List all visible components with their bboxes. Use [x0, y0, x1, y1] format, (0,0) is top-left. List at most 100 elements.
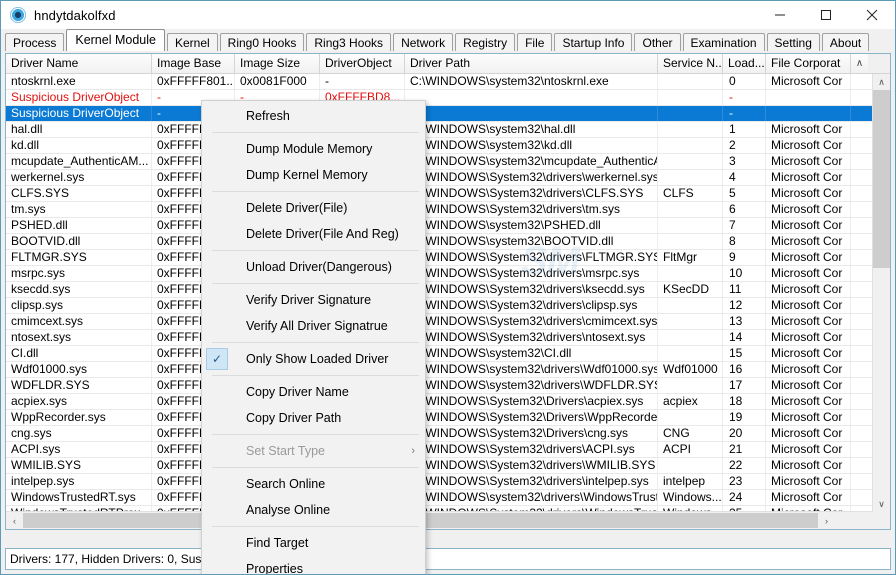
- column-header-driver-path[interactable]: Driver Path: [405, 54, 658, 73]
- table-row[interactable]: WppRecorder.sys 0xFFFFF80(C:\WINDOWS\Syst…: [6, 410, 873, 426]
- table-row[interactable]: mcupdate_AuthenticAM... 0xFFFFF80(C:\WIND…: [6, 154, 873, 170]
- column-header-driverobject[interactable]: DriverObject: [320, 54, 405, 73]
- menu-item-label: Properties: [246, 562, 303, 575]
- tab-ring3-hooks[interactable]: Ring3 Hooks: [306, 33, 392, 51]
- column-header-driver-name[interactable]: Driver Name: [6, 54, 152, 73]
- scroll-up-icon[interactable]: ∧: [873, 74, 890, 90]
- menu-item-find-target[interactable]: Find Target: [202, 530, 425, 556]
- table-row[interactable]: Suspicious DriverObject--0xFFFFBD8...-: [6, 90, 873, 106]
- column-header-service-n-[interactable]: Service N...: [658, 54, 723, 73]
- horizontal-scrollbar[interactable]: ‹ ›: [6, 511, 873, 529]
- cell-load-: 12: [723, 298, 766, 313]
- tab-other[interactable]: Other: [634, 33, 681, 51]
- cell-driver-path: C:\WINDOWS\System32\drivers\clipsp.sys: [405, 298, 658, 313]
- tab-kernel[interactable]: Kernel: [166, 33, 218, 51]
- table-row[interactable]: Suspicious DriverObject--0xFFFFBD8...-: [6, 106, 873, 122]
- table-row[interactable]: CI.dll 0xFFFFF80(C:\WINDOWS\system32\CI.d…: [6, 346, 873, 362]
- menu-item-delete-driver-file-and-reg[interactable]: Delete Driver(File And Reg): [202, 221, 425, 247]
- table-row[interactable]: WMILIB.SYS 0xFFFFF80(C:\WINDOWS\System32\…: [6, 458, 873, 474]
- maximize-icon[interactable]: [803, 1, 849, 29]
- cell-service-n-: FltMgr: [658, 250, 723, 265]
- table-row[interactable]: ntoskrnl.exe 0xFFFFF801... 0x0081F000- C:\W…: [6, 74, 873, 90]
- table-row[interactable]: BOOTVID.dll 0xFFFFF80(C:\WINDOWS\system32…: [6, 234, 873, 250]
- table-row[interactable]: intelpep.sys 0xFFFFF80(C:\WINDOWS\System3…: [6, 474, 873, 490]
- table-row[interactable]: PSHED.dll 0xFFFFF80(C:\WINDOWS\system32\P…: [6, 218, 873, 234]
- sort-caret-icon[interactable]: ∧: [851, 54, 868, 73]
- table-row[interactable]: werkernel.sys 0xFFFFF80(C:\WINDOWS\System…: [6, 170, 873, 186]
- cell-driver-name: BOOTVID.dll: [6, 234, 152, 249]
- table-row[interactable]: cmimcext.sys 0xFFFFF80(C:\WINDOWS\System3…: [6, 314, 873, 330]
- scroll-left-icon[interactable]: ‹: [6, 512, 23, 529]
- menu-item-verify-driver-signature[interactable]: Verify Driver Signature: [202, 287, 425, 313]
- cell-file-corporat: Microsoft Cor: [766, 458, 851, 473]
- menu-item-only-show-loaded-driver[interactable]: ✓ Only Show Loaded Driver: [202, 346, 425, 372]
- tab-process[interactable]: Process: [5, 33, 65, 51]
- tab-examination[interactable]: Examination: [682, 33, 765, 51]
- column-header-image-size[interactable]: Image Size: [235, 54, 320, 73]
- close-icon[interactable]: [849, 1, 895, 29]
- tab-file[interactable]: File: [517, 33, 553, 51]
- menu-item-dump-module-memory[interactable]: Dump Module Memory: [202, 136, 425, 162]
- cell-service-n-: [658, 410, 723, 425]
- table-row[interactable]: FLTMGR.SYS 0xFFFFF80(C:\WINDOWS\System32\…: [6, 250, 873, 266]
- cell-driver-name: Wdf01000.sys: [6, 362, 152, 377]
- menu-item-search-online[interactable]: Search Online: [202, 471, 425, 497]
- cell-file-corporat: Microsoft Cor: [766, 266, 851, 281]
- column-header-image-base[interactable]: Image Base: [152, 54, 235, 73]
- column-header-file-corporat[interactable]: File Corporat: [766, 54, 851, 73]
- menu-item-delete-driver-file[interactable]: Delete Driver(File): [202, 195, 425, 221]
- menu-item-verify-all-driver-signatrue[interactable]: Verify All Driver Signatrue: [202, 313, 425, 339]
- menu-item-properties[interactable]: Properties: [202, 556, 425, 575]
- scroll-down-icon[interactable]: ∨: [873, 496, 890, 512]
- vertical-scrollbar[interactable]: ∧ ∨: [872, 74, 890, 512]
- grid-rows: ntoskrnl.exe 0xFFFFF801... 0x0081F000- C:\W…: [6, 74, 873, 512]
- menu-item-analyse-online[interactable]: Analyse Online: [202, 497, 425, 523]
- menu-item-refresh[interactable]: Refresh: [202, 103, 425, 129]
- menu-separator: [212, 132, 419, 133]
- cell-driver-path: C:\WINDOWS\system32\ntoskrnl.exe: [405, 74, 658, 89]
- table-row[interactable]: cng.sys 0xFFFFF80(C:\WINDOWS\System32\Dri…: [6, 426, 873, 442]
- tab-ring0-hooks[interactable]: Ring0 Hooks: [219, 33, 305, 51]
- vertical-scroll-thumb[interactable]: [873, 90, 890, 268]
- cell-driver-name: WDFLDR.SYS: [6, 378, 152, 393]
- table-row[interactable]: kd.dll 0xFFFFF80(C:\WINDOWS\system32\kd.d…: [6, 138, 873, 154]
- table-row[interactable]: hal.dll 0xFFFFF80(C:\WINDOWS\system32\hal…: [6, 122, 873, 138]
- column-header-load-[interactable]: Load...: [723, 54, 766, 73]
- menu-item-copy-driver-name[interactable]: Copy Driver Name: [202, 379, 425, 405]
- scroll-right-icon[interactable]: ›: [818, 512, 835, 529]
- table-row[interactable]: Wdf01000.sys 0xFFFFF80(C:\WINDOWS\system3…: [6, 362, 873, 378]
- cell-driver-name: CLFS.SYS: [6, 186, 152, 201]
- cell-file-corporat: [766, 90, 851, 105]
- cell-driver-path: C:\WINDOWS\System32\Drivers\acpiex.sys: [405, 394, 658, 409]
- menu-item-dump-kernel-memory[interactable]: Dump Kernel Memory: [202, 162, 425, 188]
- table-row[interactable]: CLFS.SYS 0xFFFFF80(C:\WINDOWS\System32\dr…: [6, 186, 873, 202]
- table-row[interactable]: ksecdd.sys 0xFFFFF80(C:\WINDOWS\System32\…: [6, 282, 873, 298]
- tab-startup-info[interactable]: Startup Info: [554, 33, 633, 51]
- menu-item-set-start-type: Set Start Type ›: [202, 438, 425, 464]
- cell-driver-path: C:\WINDOWS\System32\drivers\msrpc.sys: [405, 266, 658, 281]
- table-row[interactable]: msrpc.sys 0xFFFFF80(C:\WINDOWS\System32\d…: [6, 266, 873, 282]
- tab-setting[interactable]: Setting: [766, 33, 820, 51]
- cell-service-n-: [658, 170, 723, 185]
- cell-file-corporat: Microsoft Cor: [766, 250, 851, 265]
- table-row[interactable]: WDFLDR.SYS 0xFFFFF80(C:\WINDOWS\system32\…: [6, 378, 873, 394]
- scrollbar-corner: [873, 512, 890, 529]
- cell-driver-name: WppRecorder.sys: [6, 410, 152, 425]
- minimize-icon[interactable]: [757, 1, 803, 29]
- cell-driver-name: cng.sys: [6, 426, 152, 441]
- table-row[interactable]: ntosext.sys 0xFFFFF80(C:\WINDOWS\System32…: [6, 330, 873, 346]
- table-row[interactable]: clipsp.sys 0xFFFFF80(C:\WINDOWS\System32\…: [6, 298, 873, 314]
- tab-kernel-module[interactable]: Kernel Module: [66, 29, 165, 51]
- cell-load-: 19: [723, 410, 766, 425]
- table-row[interactable]: WindowsTrustedRT.sys 0xFFFFF80(C:\WINDOWS…: [6, 490, 873, 506]
- tab-network[interactable]: Network: [393, 33, 454, 51]
- cell-file-corporat: Microsoft Cor: [766, 442, 851, 457]
- menu-item-copy-driver-path[interactable]: Copy Driver Path: [202, 405, 425, 431]
- table-row[interactable]: ACPI.sys 0xFFFFF80(C:\WINDOWS\System32\dr…: [6, 442, 873, 458]
- table-row[interactable]: acpiex.sys 0xFFFFF80(C:\WINDOWS\System32\…: [6, 394, 873, 410]
- tab-registry[interactable]: Registry: [455, 33, 516, 51]
- tab-about[interactable]: About: [821, 33, 870, 51]
- menu-item-unload-driver-dangerous[interactable]: Unload Driver(Dangerous): [202, 254, 425, 280]
- cell-driver-path: C:\WINDOWS\system32\hal.dll: [405, 122, 658, 137]
- table-row[interactable]: tm.sys 0xFFFFF80(C:\WINDOWS\System32\driv…: [6, 202, 873, 218]
